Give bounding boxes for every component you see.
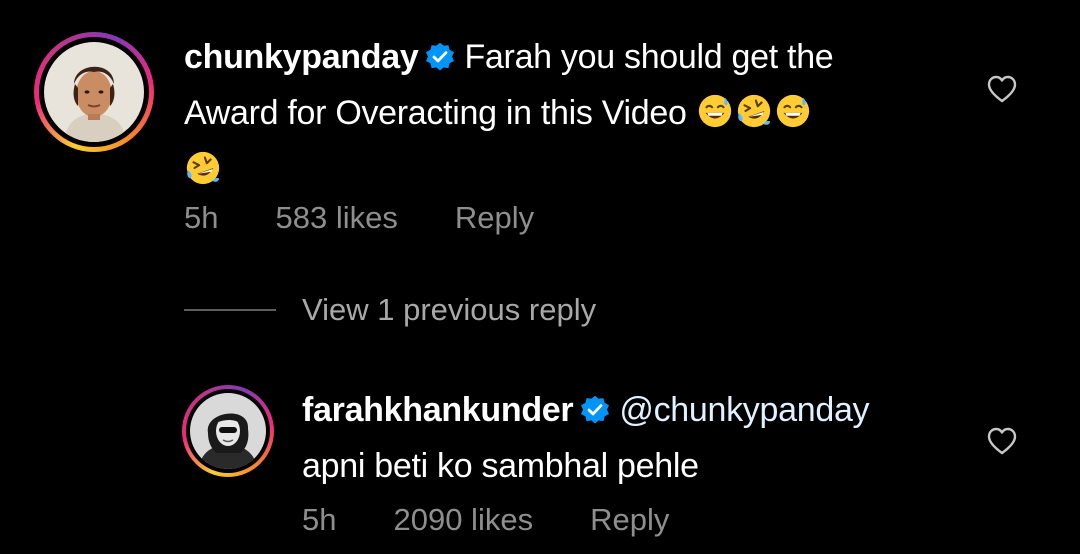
- reply-button[interactable]: Reply: [455, 200, 534, 236]
- avatar-story-ring[interactable]: [34, 32, 154, 152]
- likes-count[interactable]: 583 likes: [275, 200, 397, 236]
- heart-icon[interactable]: [986, 74, 1018, 109]
- view-replies-label[interactable]: View 1 previous reply: [302, 292, 596, 328]
- view-previous-replies[interactable]: View 1 previous reply: [184, 292, 596, 328]
- likes-count[interactable]: 2090 likes: [393, 502, 533, 538]
- username[interactable]: farahkhankunder: [302, 391, 574, 429]
- comment-text-line: Award for Overacting in this Video: [184, 94, 687, 132]
- comment-text-line: Farah you should get the: [464, 38, 834, 76]
- reply-meta: 5h 2090 likes Reply: [302, 502, 669, 538]
- comment-meta: 5h 583 likes Reply: [184, 200, 534, 236]
- grinning-sweat-emoji-icon: [774, 92, 812, 145]
- reply-body: farahkhankunder @chunkypanday apni beti k…: [302, 385, 962, 492]
- reply-line-1: farahkhankunder @chunkypanday: [302, 385, 962, 441]
- comment-time: 5h: [184, 200, 219, 235]
- comment-line-1: chunkypanday Farah you should get the: [184, 32, 944, 88]
- mention-link[interactable]: @chunkypanday: [619, 391, 869, 429]
- comment-line-3: [184, 145, 944, 202]
- avatar-story-ring[interactable]: [182, 385, 274, 477]
- heart-icon[interactable]: [986, 426, 1018, 461]
- reply-button[interactable]: Reply: [590, 502, 669, 538]
- reply-line-2: apni beti ko sambhal pehle: [302, 441, 962, 492]
- grinning-sweat-emoji-icon: [696, 92, 734, 145]
- comment-body: chunkypanday Farah you should get the Awa…: [184, 32, 944, 202]
- verified-badge-icon: [424, 37, 456, 88]
- verified-badge-icon: [579, 390, 611, 441]
- replies-divider: [184, 309, 276, 311]
- comment-line-2: Award for Overacting in this Video: [184, 88, 944, 145]
- reply-text: apni beti ko sambhal pehle: [302, 447, 699, 485]
- rolling-laughing-emoji-icon: [735, 92, 773, 145]
- comment-time: 5h: [302, 502, 337, 537]
- rolling-laughing-emoji-icon: [184, 149, 222, 202]
- username[interactable]: chunkypanday: [184, 38, 419, 76]
- avatar: [190, 393, 266, 469]
- avatar: [44, 42, 144, 142]
